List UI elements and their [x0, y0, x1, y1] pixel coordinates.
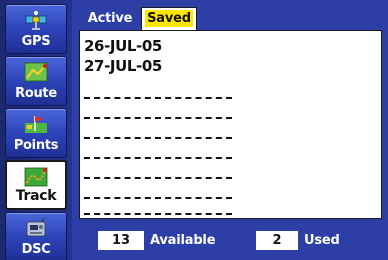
- waypoint-flag-icon: [25, 116, 47, 133]
- sidebar-item-label: Route: [15, 86, 57, 101]
- sidebar-item-gps[interactable]: GPS: [5, 4, 67, 54]
- list-item-empty[interactable]: [84, 97, 232, 99]
- satellite-icon: [25, 11, 47, 30]
- tab-saved-label: Saved: [145, 10, 193, 27]
- list-item[interactable]: 27-JUL-05: [84, 56, 162, 76]
- list-item[interactable]: 26-JUL-05: [84, 36, 162, 56]
- used-label: Used: [304, 233, 340, 248]
- list-item-empty[interactable]: [84, 197, 232, 199]
- list-item-empty[interactable]: [84, 157, 232, 159]
- sidebar: GPS Route Points Track DSC: [0, 0, 72, 260]
- sidebar-item-dsc[interactable]: DSC: [5, 212, 67, 260]
- dsc-radio-icon: [26, 217, 46, 237]
- sidebar-item-label: Points: [13, 138, 59, 153]
- sidebar-item-label: GPS: [21, 34, 51, 49]
- sidebar-item-label: Track: [15, 188, 57, 204]
- saved-track-list: 26-JUL-05 27-JUL-05: [79, 30, 382, 219]
- track-icon: [24, 167, 48, 187]
- sidebar-item-points[interactable]: Points: [5, 108, 67, 158]
- used-count: 2: [256, 231, 298, 250]
- track-page: GPS Route Points Track DSC Active Saved …: [0, 0, 388, 260]
- list-item-empty[interactable]: [84, 137, 232, 139]
- list-item-empty[interactable]: [84, 117, 232, 119]
- route-map-icon: [24, 62, 48, 82]
- available-label: Available: [150, 233, 216, 248]
- list-item-empty[interactable]: [84, 213, 232, 215]
- available-count: 13: [98, 231, 144, 250]
- sidebar-item-route[interactable]: Route: [5, 56, 67, 106]
- tab-active[interactable]: Active: [79, 7, 141, 30]
- sidebar-item-label: DSC: [21, 242, 51, 257]
- tab-saved[interactable]: Saved: [141, 7, 197, 30]
- list-item-empty[interactable]: [84, 177, 232, 179]
- sidebar-item-track[interactable]: Track: [5, 160, 67, 210]
